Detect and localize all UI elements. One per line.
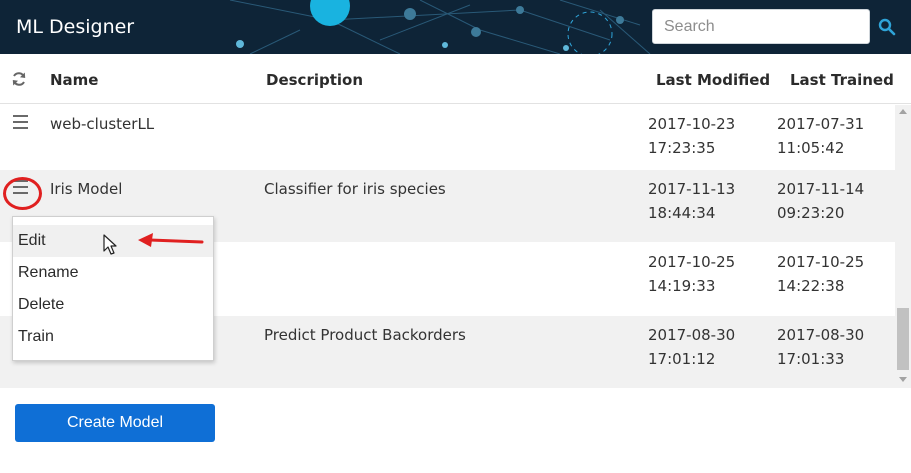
menu-item-edit[interactable]: Edit: [13, 225, 213, 257]
menu-item-delete[interactable]: Delete: [13, 289, 213, 321]
menu-item-rename[interactable]: Rename: [13, 257, 213, 289]
table-row[interactable]: web-clusterLL 2017-10-23 17:23:35 2017-0…: [0, 105, 895, 177]
last-modified-cell: 2017-08-30 17:01:12: [648, 323, 735, 371]
model-name: Iris Model: [50, 180, 123, 198]
table-header: Name Description Last Modified Last Trai…: [0, 54, 911, 104]
row-menu-icon[interactable]: [13, 180, 31, 196]
last-trained-cell: 2017-07-31 11:05:42: [777, 112, 864, 160]
model-description: Predict Product Backorders: [264, 326, 466, 344]
last-modified-time: 14:19:33: [648, 277, 716, 295]
last-trained-cell: 2017-11-14 09:23:20: [777, 177, 864, 225]
last-modified-date: 2017-10-25: [648, 253, 736, 271]
refresh-icon[interactable]: [11, 71, 27, 87]
menu-item-train[interactable]: Train: [13, 321, 213, 353]
row-menu-icon[interactable]: [13, 115, 31, 131]
row-context-menu: Edit Rename Delete Train: [12, 216, 214, 361]
column-header-name[interactable]: Name: [50, 71, 98, 89]
last-trained-cell: 2017-10-25 14:22:38: [777, 250, 864, 298]
last-trained-time: 11:05:42: [777, 139, 845, 157]
column-header-last-modified[interactable]: Last Modified: [656, 71, 770, 89]
last-trained-date: 2017-11-14: [777, 180, 865, 198]
last-trained-cell: 2017-08-30 17:01:33: [777, 323, 864, 371]
model-name: web-clusterLL: [50, 115, 155, 133]
last-modified-time: 17:23:35: [648, 139, 716, 157]
column-header-description[interactable]: Description: [266, 71, 363, 89]
last-trained-time: 17:01:33: [777, 350, 845, 368]
last-trained-time: 09:23:20: [777, 204, 845, 222]
last-trained-time: 14:22:38: [777, 277, 845, 295]
last-modified-date: 2017-11-13: [648, 180, 736, 198]
last-modified-time: 17:01:12: [648, 350, 716, 368]
app-title: ML Designer: [16, 16, 135, 38]
last-modified-cell: 2017-11-13 18:44:34: [648, 177, 735, 225]
search-input[interactable]: [652, 9, 870, 44]
last-modified-date: 2017-08-30: [648, 326, 736, 344]
last-modified-date: 2017-10-23: [648, 115, 736, 133]
last-trained-date: 2017-10-25: [777, 253, 865, 271]
create-model-button[interactable]: Create Model: [15, 404, 215, 442]
scroll-down-arrow[interactable]: [899, 377, 907, 382]
last-trained-date: 2017-08-30: [777, 326, 865, 344]
column-header-last-trained[interactable]: Last Trained: [790, 71, 894, 89]
last-trained-date: 2017-07-31: [777, 115, 865, 133]
app-header: ML Designer: [0, 0, 911, 54]
model-description: Classifier for iris species: [264, 180, 446, 198]
scrollbar-thumb[interactable]: [897, 308, 909, 370]
scroll-up-arrow[interactable]: [899, 109, 907, 114]
vertical-scrollbar[interactable]: [895, 105, 911, 388]
last-modified-time: 18:44:34: [648, 204, 716, 222]
last-modified-cell: 2017-10-23 17:23:35: [648, 112, 735, 160]
last-modified-cell: 2017-10-25 14:19:33: [648, 250, 735, 298]
search-icon[interactable]: [878, 18, 896, 36]
